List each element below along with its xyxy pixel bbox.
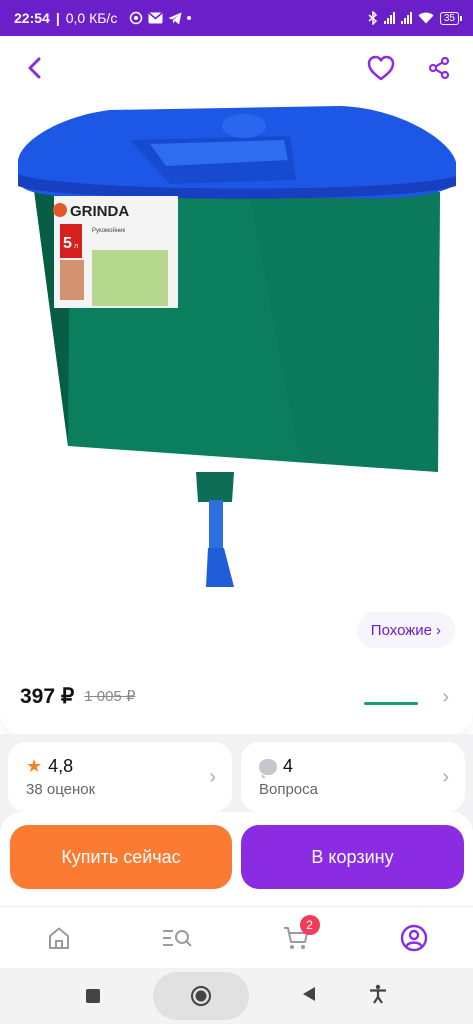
brand-label: GRINDA [70,203,129,220]
wifi-icon [418,12,434,24]
status-bar: 22:54 | 0,0 КБ/с 35 [0,0,473,36]
system-navigation [0,968,473,1024]
telegram-icon [168,12,182,24]
price-section[interactable]: 397 ₽ 1 005 ₽ › [0,658,473,734]
volume-unit: л [74,243,78,250]
product-image[interactable]: GRINDA Рукомойник 5 л [0,100,473,610]
current-price: 397 ₽ [20,684,75,708]
action-bar: Купить сейчас В корзину [0,812,473,906]
back-button[interactable] [16,50,52,86]
nav-cart[interactable]: 2 [266,913,326,963]
catalog-search-icon [163,929,193,947]
old-price: 1 005 ₽ [84,688,136,705]
battery-indicator: 35 [439,11,463,25]
share-icon [428,56,450,80]
system-back-button[interactable] [302,986,316,1007]
buy-now-button[interactable]: Купить сейчас [10,825,232,889]
chevron-right-icon: › [209,766,216,788]
home-icon [49,927,70,949]
system-home-button[interactable] [153,972,250,1020]
dot-icon [187,16,192,20]
heart-icon [367,55,395,81]
star-icon: ★ [26,756,43,776]
back-triangle-icon [302,986,315,1001]
questions-count: 4 [283,756,294,776]
cart-badge: 2 [299,914,320,935]
questions-label: Вопроса [259,781,318,798]
profile-icon [400,924,428,951]
recents-button[interactable] [86,989,101,1003]
chevron-right-icon: › [442,686,449,708]
chevron-right-icon: › [436,621,441,639]
accessibility-icon [369,984,386,1004]
favorite-button[interactable] [363,50,399,86]
status-speed: 0,0 КБ/с [65,10,118,26]
nav-profile[interactable] [384,913,444,963]
signal-icon [383,12,395,24]
rating-card[interactable]: ★ 4,8 38 оценок › [8,742,232,812]
product-label: Рукомойник [92,227,126,234]
bluetooth-icon [368,11,377,25]
similar-label: Похожие [370,621,432,639]
price-indicator-line [364,702,418,705]
chevron-right-icon: › [442,766,449,788]
system-home-icon [191,986,212,1006]
accessibility-button[interactable] [369,984,387,1009]
question-bubble-icon [259,758,277,778]
bottom-navigation: 2 [0,906,473,968]
questions-card[interactable]: 4 Вопроса › [241,742,465,812]
status-time: 22:54 [14,10,50,26]
volume-label: 5 [63,235,72,252]
notification-icon [130,11,143,25]
signal-icon-2 [400,12,412,24]
nav-catalog[interactable] [147,913,207,963]
rating-count: 38 оценок [26,781,96,798]
back-arrow-icon [28,57,41,79]
top-bar [0,36,473,100]
add-to-cart-button[interactable]: В корзину [241,825,464,889]
share-button[interactable] [421,50,457,86]
nav-home[interactable] [29,913,89,963]
similar-products-button[interactable]: Похожие › [356,612,455,648]
mail-icon [148,12,163,24]
rating-value: 4,8 [48,756,74,776]
